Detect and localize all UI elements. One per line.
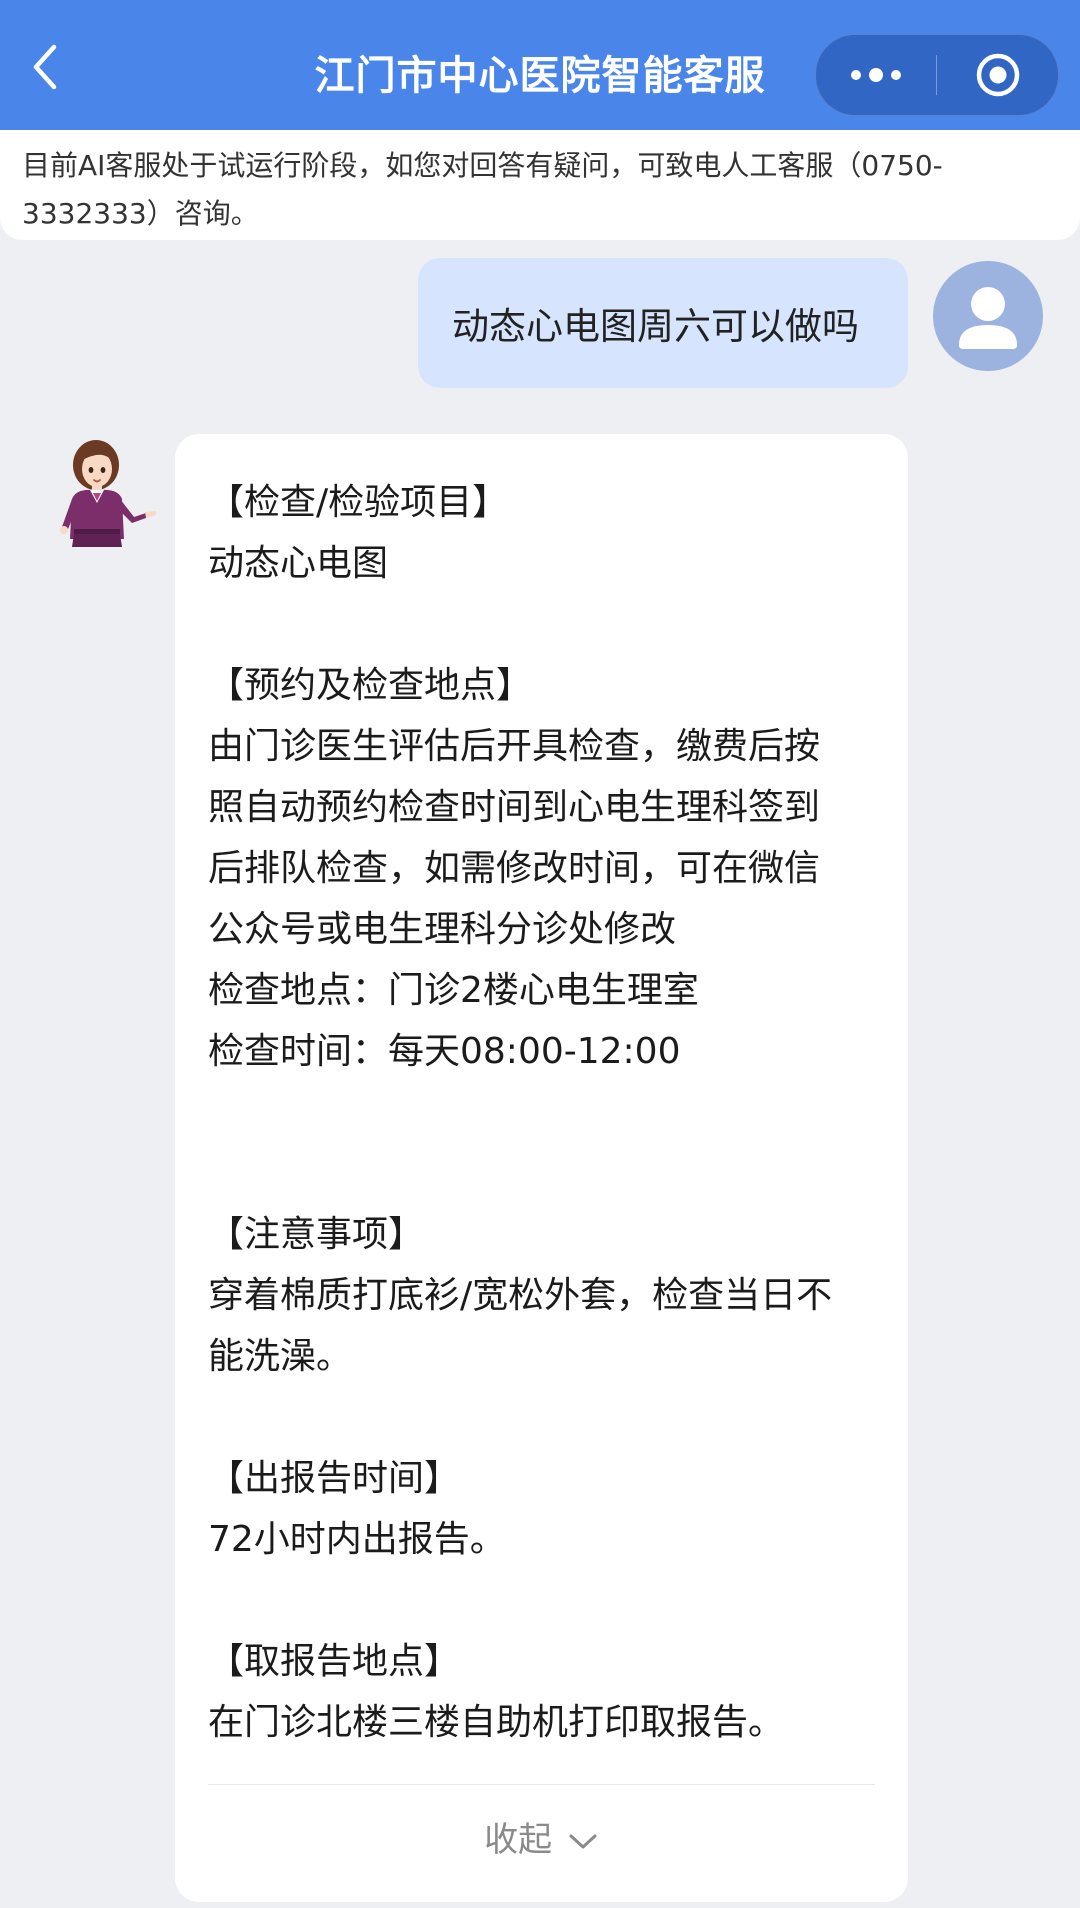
section-text: 检查时间：每天08:00-12:00 [208,1031,681,1072]
section-text: 在门诊北楼三楼自助机打印取报告。 [208,1702,785,1743]
assistant-avatar-icon [60,440,156,547]
page-title: 江门市中心医院智能客服 [314,53,766,99]
section-text: 公众号或电生理科分诊处修改 [208,909,677,950]
section-text: 72小时内出报告。 [208,1519,506,1560]
section-heading: 【出报告时间】 [208,1458,461,1499]
user-message-text: 动态心电图周六可以做吗 [452,305,859,348]
section-heading: 【预约及检查地点】 [208,665,533,706]
notice-line-2: 3332333）咨询。 [22,197,259,230]
assistant-message-bubble: 【检查/检验项目】 动态心电图 【预约及检查地点】 由门诊医生评估后开具检查，缴… [175,434,908,1902]
user-avatar-icon [959,287,1017,349]
more-button[interactable] [816,35,936,115]
section-text: 动态心电图 [208,543,389,584]
section-text: 后排队检查，如需修改时间，可在微信 [208,848,821,889]
section-text: 照自动预约检查时间到心电生理科签到 [208,787,821,828]
more-dots-icon [851,68,901,82]
section-heading: 【注意事项】 [208,1214,425,1255]
assistant-avatar [48,435,158,555]
chevron-down-icon [569,1834,597,1848]
bubble-divider [208,1784,875,1785]
user-avatar [933,261,1043,371]
section-heading: 【检查/检验项目】 [208,482,509,523]
collapse-label: 收起 [484,1820,553,1860]
section-text: 能洗澡。 [208,1336,353,1377]
section-text: 检查地点：门诊2楼心电生理室 [208,970,699,1011]
target-circle-icon [976,53,1019,97]
trial-notice: 目前AI客服处于试运行阶段，如您对回答有疑问，可致电人工客服（0750- 333… [0,130,1080,240]
collapse-button[interactable]: 收起 [175,1812,908,1868]
section-text: 由门诊医生评估后开具检查，缴费后按 [208,726,821,767]
section-heading: 【取报告地点】 [208,1641,461,1682]
chevron-left-icon [33,44,57,90]
close-mini-program-button[interactable] [937,35,1058,115]
section-text: 穿着棉质打底衫/宽松外套，检查当日不 [208,1275,833,1316]
assistant-message-content: 【检查/检验项目】 动态心电图 【预约及检查地点】 由门诊医生评估后开具检查，缴… [208,472,878,1753]
nav-bar: 江门市中心医院智能客服 [0,0,1080,130]
user-message-bubble: 动态心电图周六可以做吗 [418,258,908,388]
notice-line-1: 目前AI客服处于试运行阶段，如您对回答有疑问，可致电人工客服（0750- [22,149,943,182]
back-button[interactable] [18,40,72,94]
mini-program-capsule [815,34,1059,116]
